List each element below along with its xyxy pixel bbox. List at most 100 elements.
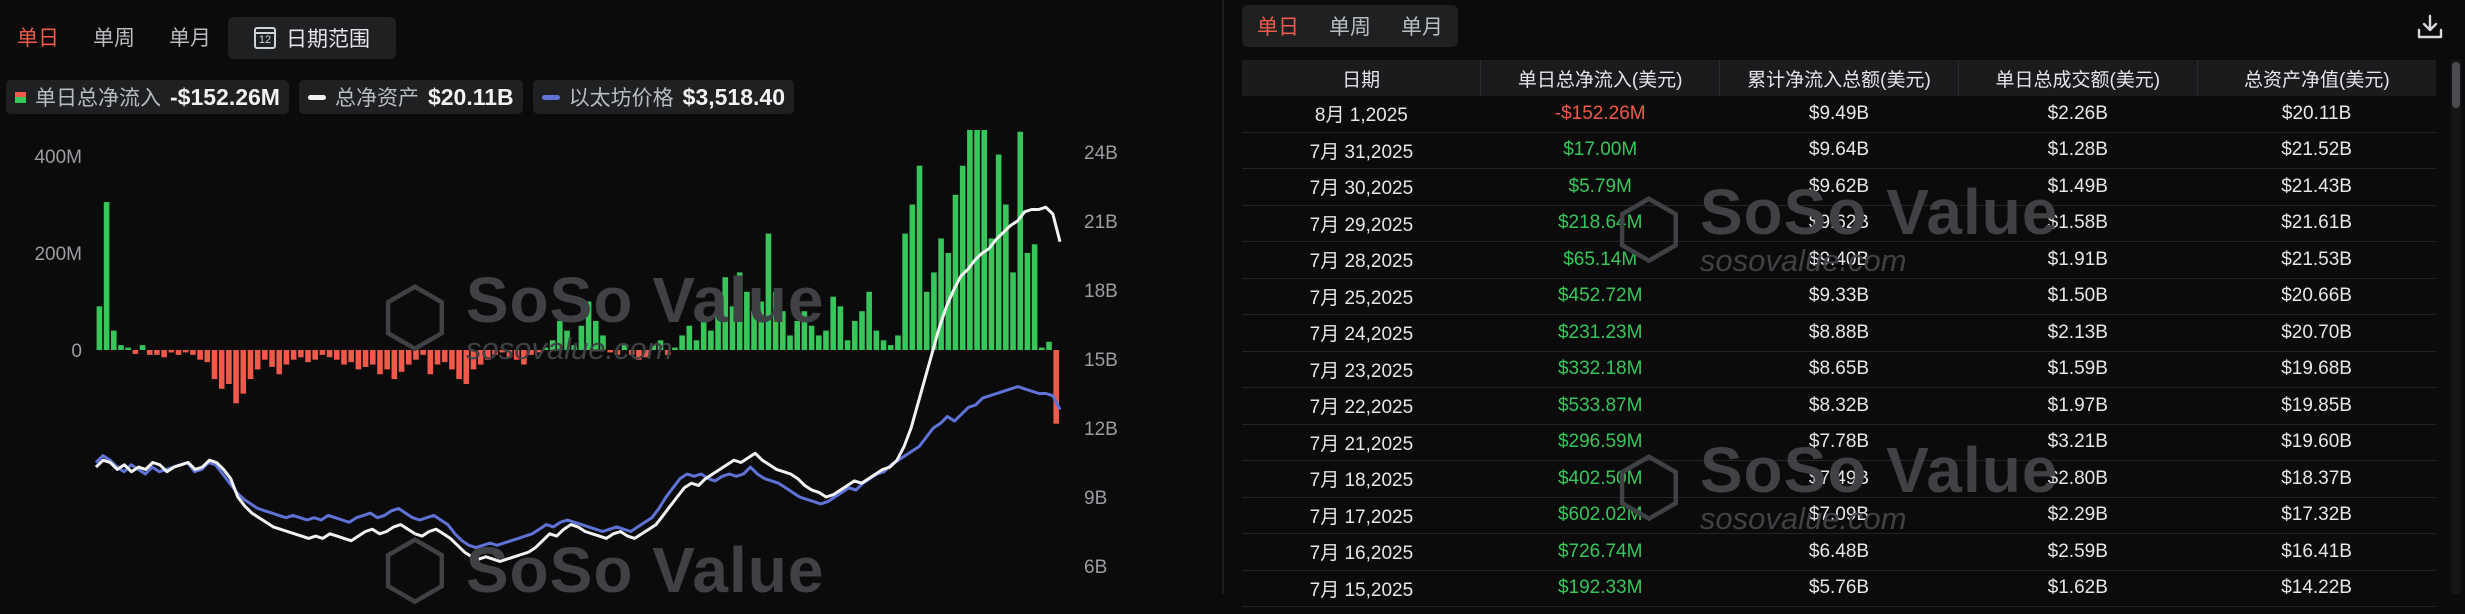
inflow-bar — [535, 350, 542, 353]
inflow-bar — [254, 350, 261, 370]
legend-daily-net-inflow[interactable]: 单日总净流入 -$152.26M — [6, 80, 289, 114]
inflow-bar — [923, 291, 930, 350]
table-row[interactable]: 7月 30,2025 $5.79M $9.62B $1.49B $21.43B — [1242, 168, 2436, 206]
inflow-bar — [161, 350, 167, 358]
inflow-bar — [801, 311, 808, 350]
cell-daily-volume: $1.91B — [1958, 241, 2198, 279]
inflow-bar — [362, 350, 369, 367]
cell-daily-net-inflow: $231.23M — [1480, 314, 1720, 352]
table-row[interactable]: 7月 28,2025 $65.14M $9.40B $1.91B $21.53B — [1242, 241, 2436, 279]
inflow-bar — [744, 291, 750, 350]
tab-weekly[interactable]: 单周 — [76, 17, 152, 57]
table-row[interactable]: 7月 24,2025 $231.23M $8.88B $2.13B $20.70B — [1242, 314, 2436, 352]
inflow-bar — [521, 350, 527, 365]
cell-cumulative-inflow: $9.64B — [1719, 132, 1959, 169]
inflow-bar — [859, 311, 865, 350]
table-row[interactable]: 7月 16,2025 $726.74M $6.48B $2.59B $16.41B — [1242, 533, 2436, 571]
table-row[interactable]: 8月 1,2025 -$152.26M $9.49B $2.26B $20.11B — [1242, 96, 2436, 133]
cell-daily-net-inflow: $65.14M — [1480, 241, 1720, 279]
inflow-bar — [391, 350, 398, 380]
inflow-bar — [736, 272, 743, 350]
table-scrollbar[interactable] — [2451, 60, 2461, 594]
inflow-bar — [269, 350, 275, 367]
inflow-bar — [557, 320, 563, 350]
cell-cumulative-inflow: $9.62B — [1719, 168, 1959, 206]
cell-daily-volume: $2.13B — [1958, 314, 2198, 352]
inflow-bar — [952, 194, 959, 350]
cell-net-assets: $17.32B — [2197, 497, 2436, 534]
cell-date: 7月 29,2025 — [1242, 205, 1481, 242]
inflow-bar — [571, 345, 577, 350]
tab-monthly[interactable]: 单月 — [1386, 5, 1458, 47]
inflow-bar — [456, 350, 462, 380]
cell-date: 7月 24,2025 — [1242, 314, 1481, 352]
legend-label: 总净资产 — [334, 87, 419, 110]
inflow-bar — [722, 277, 729, 350]
cell-daily-net-inflow: $726.74M — [1480, 533, 1720, 571]
table-row[interactable]: 7月 15,2025 $192.33M $5.76B $1.62B $14.22B — [1242, 570, 2436, 607]
inflow-bar — [492, 350, 498, 355]
inflow-bar — [204, 350, 211, 363]
cell-daily-volume: $2.59B — [1958, 533, 2198, 571]
cell-daily-volume: $1.28B — [1958, 132, 2198, 169]
table-row[interactable]: 7月 31,2025 $17.00M $9.64B $1.28B $21.52B — [1242, 132, 2436, 169]
header-cumulative-inflow[interactable]: 累计净流入总额(美元) — [1719, 60, 1959, 96]
cell-daily-net-inflow: $402.50M — [1480, 460, 1720, 498]
header-daily-net-inflow[interactable]: 单日总净流入(美元) — [1480, 60, 1720, 96]
tab-daily[interactable]: 单日 — [1242, 5, 1314, 47]
period-tabs: 单日 单周 单月 — [1242, 5, 1458, 47]
inflow-bar — [1024, 253, 1031, 350]
inflow-bar — [146, 350, 153, 355]
inflow-bar — [995, 154, 1002, 350]
cell-daily-net-inflow: -$152.26M — [1480, 96, 1720, 133]
inflow-bar — [384, 350, 390, 370]
cell-net-assets: $19.60B — [2197, 424, 2436, 461]
tab-monthly[interactable]: 单月 — [152, 17, 228, 57]
legend-eth-price[interactable]: 以太坊价格 $3,518.40 — [532, 80, 794, 114]
date-range-button[interactable]: 12 日期范围 — [228, 17, 396, 59]
inflow-bar — [729, 306, 736, 350]
cell-cumulative-inflow: $8.88B — [1719, 314, 1959, 352]
inflow-bar — [650, 345, 657, 350]
period-tabs: 单日 单周 单月 — [0, 17, 228, 57]
inflow-bar — [103, 202, 110, 350]
inflow-bar — [334, 350, 340, 360]
inflow-bar — [830, 296, 836, 350]
inflow-bar — [262, 350, 268, 360]
table-row[interactable]: 7月 25,2025 $452.72M $9.33B $1.50B $20.66B — [1242, 278, 2436, 315]
cell-date: 7月 15,2025 — [1242, 570, 1481, 607]
table-row[interactable]: 7月 18,2025 $402.50M $7.49B $2.80B $18.37B — [1242, 460, 2436, 498]
inflow-bar — [628, 350, 635, 355]
header-net-assets[interactable]: 总资产净值(美元) — [2196, 60, 2436, 96]
inflow-bar — [290, 350, 297, 360]
cell-date: 7月 18,2025 — [1242, 460, 1481, 498]
inflow-bar — [1039, 347, 1045, 350]
table-row[interactable]: 7月 23,2025 $332.18M $8.65B $1.59B $19.68B — [1242, 351, 2436, 388]
inflow-bar — [758, 301, 765, 350]
tab-weekly[interactable]: 单周 — [1314, 5, 1386, 47]
legend-net-assets[interactable]: 总净资产 $20.11B — [298, 80, 523, 114]
cell-date: 7月 25,2025 — [1242, 278, 1481, 315]
cell-net-assets: $21.43B — [2197, 168, 2436, 206]
scrollbar-thumb[interactable] — [2452, 62, 2460, 108]
download-icon[interactable] — [2415, 12, 2445, 42]
table-row[interactable]: 7月 21,2025 $296.59M $7.78B $3.21B $19.60B — [1242, 424, 2436, 461]
table-row[interactable]: 7月 22,2025 $533.87M $8.32B $1.97B $19.85B — [1242, 387, 2436, 425]
inflow-bar — [110, 330, 117, 350]
cell-daily-volume: $2.80B — [1958, 460, 2198, 498]
cell-date: 7月 22,2025 — [1242, 387, 1481, 425]
cell-date: 7月 17,2025 — [1242, 497, 1481, 534]
inflow-bar — [549, 340, 556, 350]
tab-daily[interactable]: 单日 — [0, 17, 76, 57]
cell-daily-volume: $1.62B — [1958, 570, 2198, 607]
inflow-bar — [369, 350, 376, 365]
header-daily-volume[interactable]: 单日总成交额(美元) — [1957, 60, 2198, 96]
table-row[interactable]: 7月 29,2025 $218.64M $9.62B $1.58B $21.61B — [1242, 205, 2436, 242]
inflow-bar — [485, 350, 491, 360]
inflow-bar — [1046, 341, 1052, 350]
table-row[interactable]: 7月 17,2025 $602.02M $7.09B $2.29B $17.32B — [1242, 497, 2436, 534]
cell-daily-volume: $1.49B — [1958, 168, 2198, 206]
inflow-bar — [441, 350, 448, 363]
header-date[interactable]: 日期 — [1242, 60, 1481, 96]
inflow-chart[interactable]: 0200M400M600M800M6B9B12B15B18B21B24B — [0, 130, 1122, 594]
